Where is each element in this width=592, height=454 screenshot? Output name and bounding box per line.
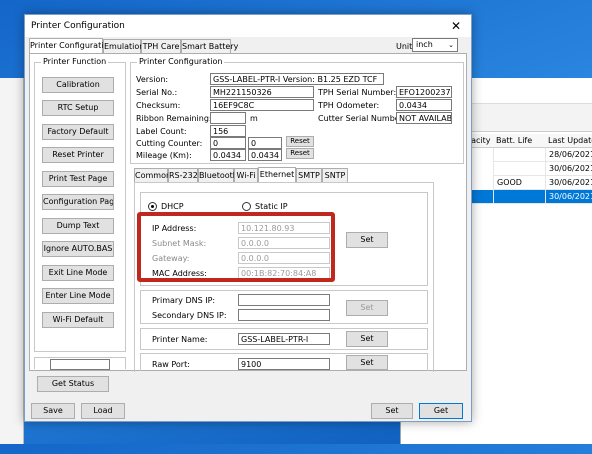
unit-select[interactable]: inch ⌄ [412,38,458,52]
tph-odometer-field[interactable]: 0.0434 [396,99,452,111]
secondary-dns-field[interactable] [238,309,330,321]
dump-text-button[interactable]: Dump Text [42,218,114,234]
unit-value: inch [416,40,433,49]
label-count-label: Label Count: [136,127,187,136]
secondary-dns-label: Secondary DNS IP: [152,311,227,320]
close-icon[interactable]: ✕ [447,17,465,35]
ribbon-remaining-label: Ribbon Remaining: [136,114,212,123]
dhcp-label: DHCP [161,202,184,211]
set-dns-button[interactable]: Set [346,300,388,316]
reset-cutting-button[interactable]: Reset [286,136,314,147]
cutter-serial-label: Cutter Serial Number: [318,114,406,123]
set-button[interactable]: Set [371,403,413,419]
configuration-page-button[interactable]: Configuration Page [42,194,114,210]
tab-smart-battery[interactable]: Smart Battery [181,39,238,53]
mileage-field-1[interactable]: 0.0434 [210,149,246,161]
set-ip-button[interactable]: Set [346,232,388,248]
static-ip-label: Static IP [255,202,288,211]
version-label: Version: [136,75,169,84]
load-button[interactable]: Load [81,403,125,419]
mileage-field-2[interactable]: 0.0434 [248,149,282,161]
tab-rs232[interactable]: RS-232 [168,168,198,182]
checksum-field[interactable]: 16EF9C8C [210,99,314,111]
highlight-box [137,212,335,282]
factory-default-button[interactable]: Factory Default [42,124,114,140]
reset-printer-button[interactable]: Reset Printer [42,147,114,163]
ribbon-remaining-field[interactable] [210,112,246,124]
exit-line-mode-button[interactable]: Exit Line Mode [42,265,114,281]
tab-printer-configuration[interactable]: Printer Configuration [29,38,113,53]
table-cell-batt[interactable] [493,148,545,162]
reset-mileage-button[interactable]: Reset [286,148,314,159]
background-grid: pacity Batt. Life Last Update 28/06/2021… [463,134,592,454]
ribbon-unit: m [250,114,258,123]
tab-tph-care[interactable]: TPH Care [141,39,181,53]
ignore-auto-bas-button[interactable]: Ignore AUTO.BAS [42,241,114,257]
label-count-field[interactable]: 156 [210,125,246,137]
get-status-button[interactable]: Get Status [37,376,109,392]
calibration-button[interactable]: Calibration [42,77,114,93]
column-header-batt-life[interactable]: Batt. Life [493,134,545,148]
serial-label: Serial No.: [136,88,178,97]
tph-odometer-label: TPH Odometer: [318,101,380,110]
dhcp-radio[interactable] [148,202,157,211]
mileage-label: Mileage (Km): [136,151,192,160]
printer-function-title: Printer Function [41,57,109,67]
tab-ethernet[interactable]: Ethernet [258,167,296,182]
primary-dns-field[interactable] [238,294,330,306]
enter-line-mode-button[interactable]: Enter Line Mode [42,288,114,304]
rtc-setup-button[interactable]: RTC Setup [42,100,114,116]
column-header-last-update[interactable]: Last Update [545,134,592,148]
printer-name-label: Printer Name: [152,335,208,344]
background-window-left [0,78,24,444]
status-field[interactable] [50,359,110,370]
dialog-title: Printer Configuration [25,15,471,37]
static-ip-radio[interactable] [242,202,251,211]
set-printer-name-button[interactable]: Set [346,331,388,347]
printer-name-field[interactable]: GSS-LABEL-PTR-I [238,333,330,345]
table-cell-batt[interactable]: GOOD [493,176,545,190]
wifi-default-button[interactable]: Wi-Fi Default [42,312,114,328]
set-raw-port-button[interactable]: Set [346,355,388,370]
tab-sntp[interactable]: SNTP [322,168,348,182]
raw-port-field[interactable]: 9100 [238,358,330,370]
table-cell-batt[interactable] [493,162,545,176]
table-cell-last-update[interactable]: 28/06/2021 14: [545,148,592,162]
cutter-serial-field[interactable]: NOT AVAILABLE [396,112,452,124]
print-test-page-button[interactable]: Print Test Page [42,171,114,187]
table-cell-last-update[interactable]: 30/06/2021 12: [545,176,592,190]
save-button[interactable]: Save [31,403,75,419]
serial-field[interactable]: MH221150326 [210,86,314,98]
version-field[interactable]: GSS-LABEL-PTR-I Version: B1.25 EZD TCF [210,73,384,85]
tab-smtp[interactable]: SMTP [296,168,322,182]
tab-emulation[interactable]: Emulation [103,39,144,53]
tph-serial-label: TPH Serial Number: [318,88,397,97]
chevron-down-icon: ⌄ [448,41,454,49]
cutting-counter-field-2[interactable]: 0 [248,137,282,149]
table-cell-last-update[interactable]: 30/06/2021 13: [545,190,592,204]
get-button[interactable]: Get [419,403,463,419]
cutting-counter-label: Cutting Counter: [136,139,203,148]
checksum-label: Checksum: [136,101,181,110]
raw-port-label: Raw Port: [152,360,190,369]
tab-wifi[interactable]: Wi-Fi [234,168,258,182]
cutting-counter-field-1[interactable]: 0 [210,137,246,149]
table-cell-batt[interactable] [493,190,545,204]
tph-serial-field[interactable]: EFO1200237 [396,86,452,98]
printer-configuration-title: Printer Configuration [137,57,225,67]
tab-bluetooth[interactable]: Bluetooth [198,168,238,182]
primary-dns-label: Primary DNS IP: [152,296,216,305]
tab-common[interactable]: Common [134,168,171,182]
table-cell-last-update[interactable]: 30/06/2021 12: [545,162,592,176]
